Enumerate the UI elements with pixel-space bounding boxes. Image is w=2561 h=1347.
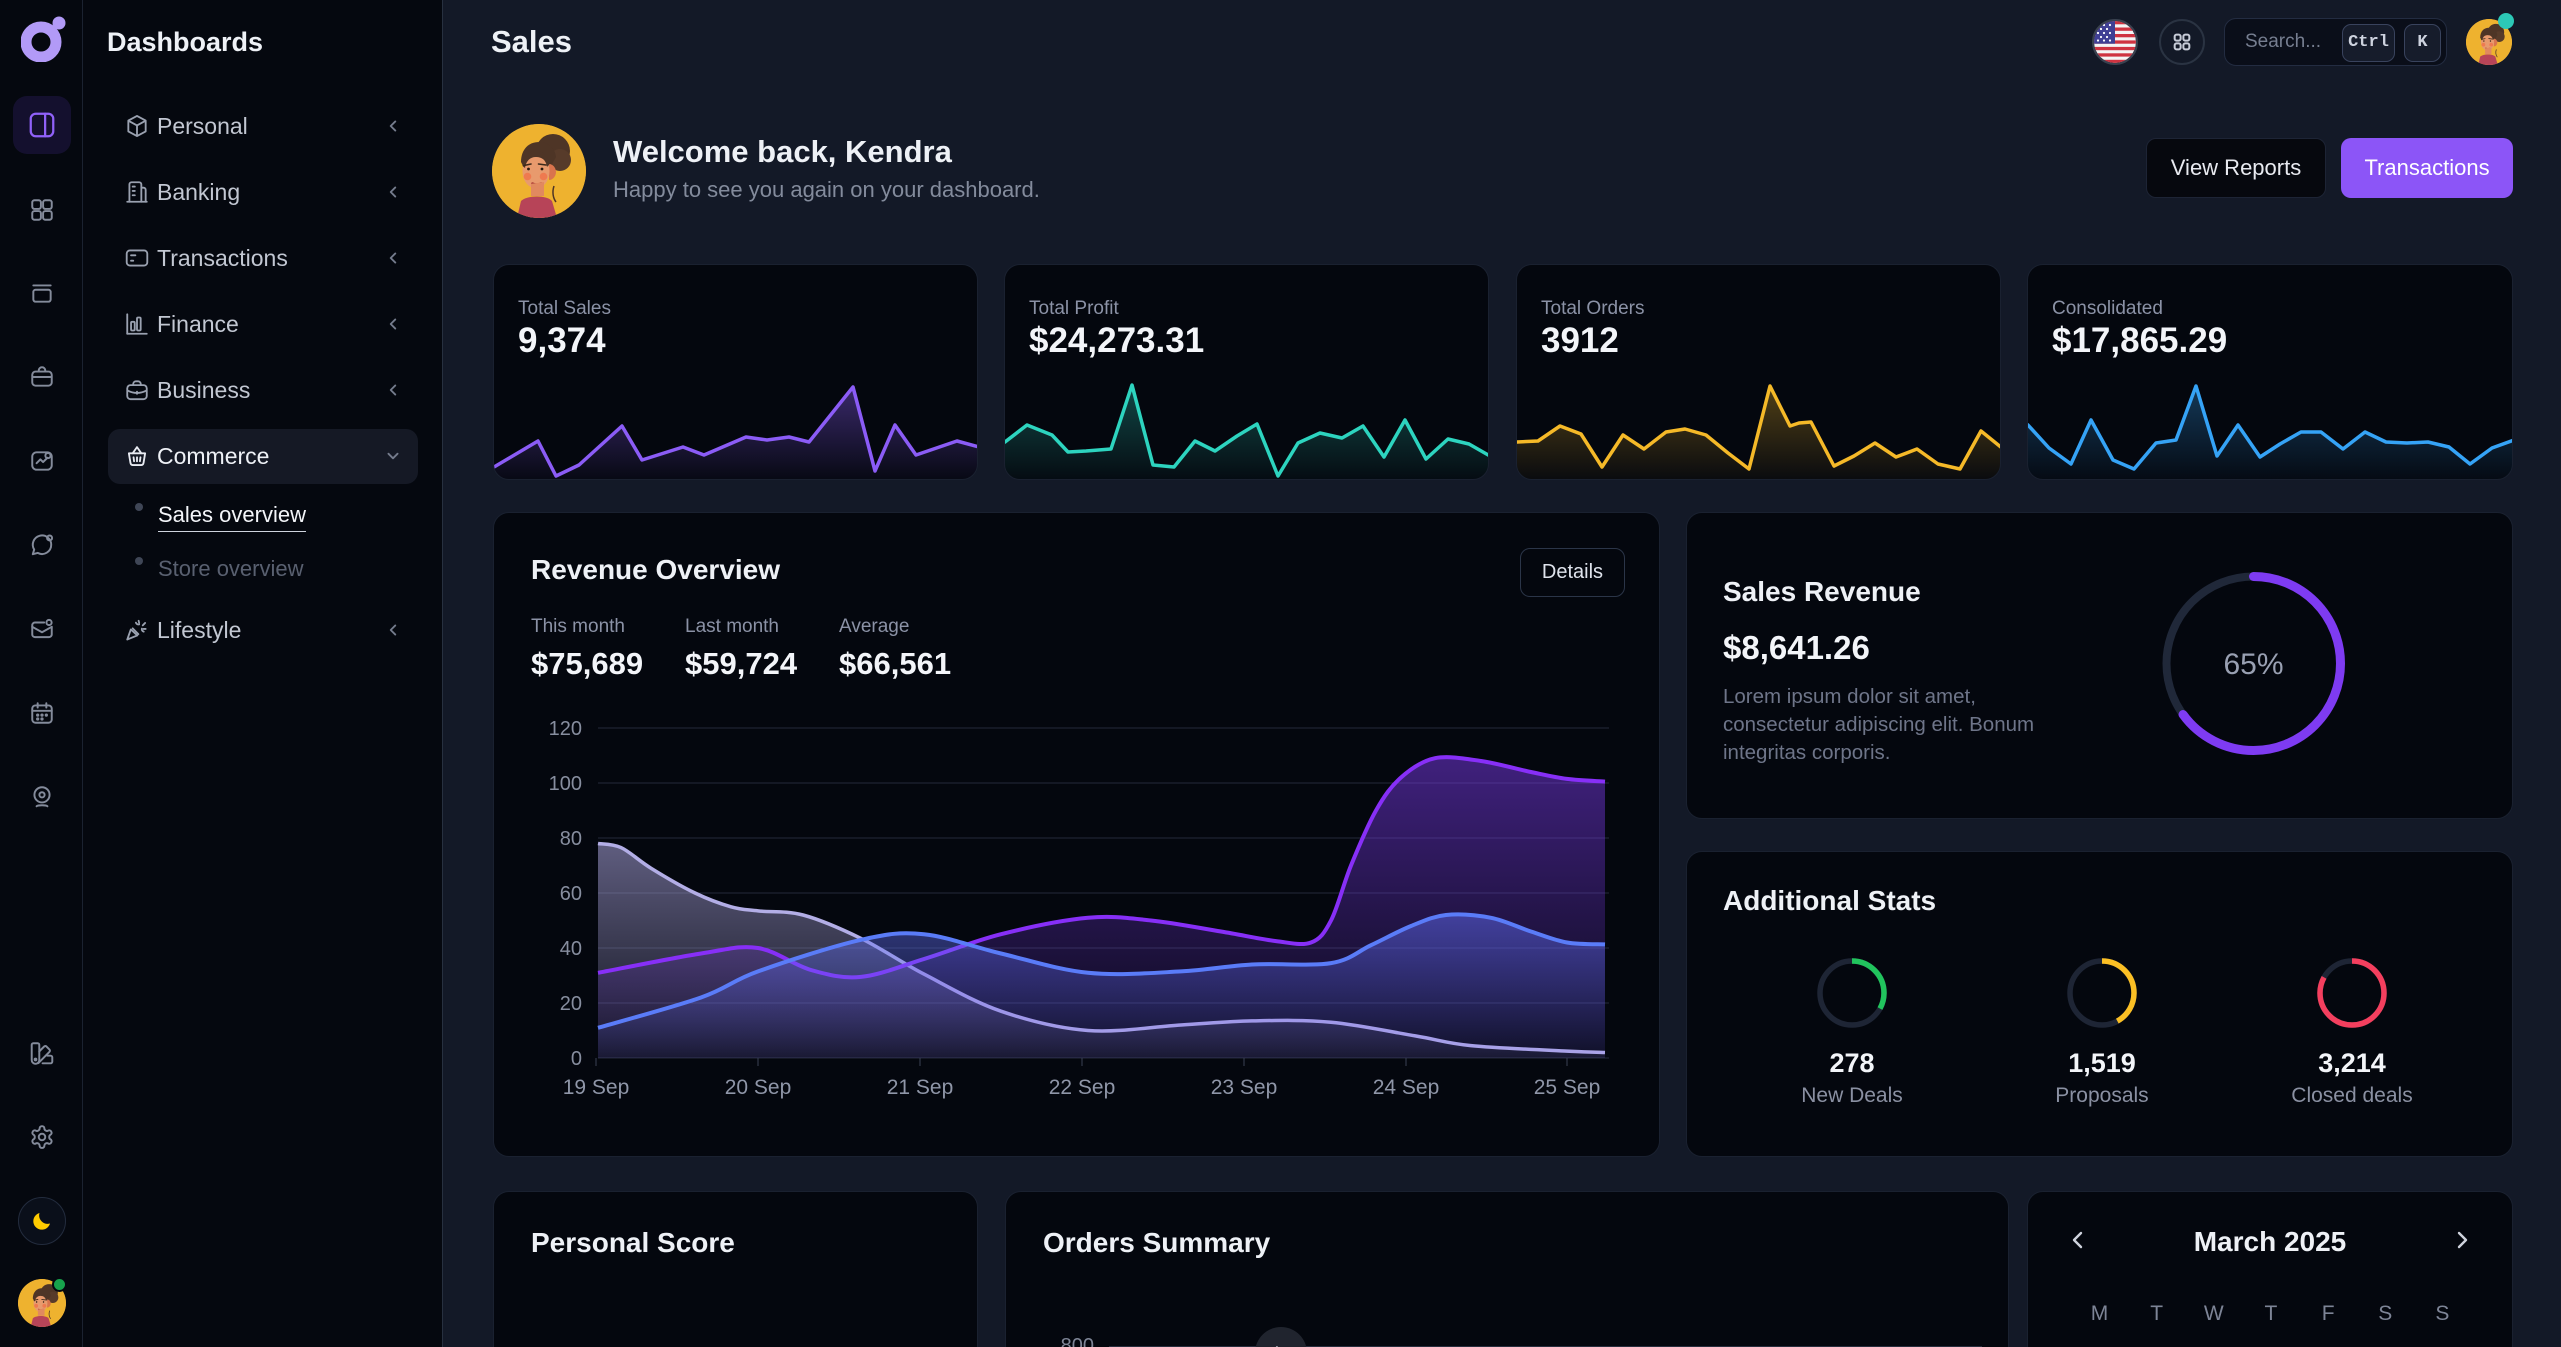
svg-text:19 Sep: 19 Sep <box>563 1076 630 1099</box>
svg-text:65%: 65% <box>2223 648 2283 681</box>
svg-text:0: 0 <box>571 1048 582 1070</box>
svg-text:40: 40 <box>560 938 582 960</box>
svg-text:20 Sep: 20 Sep <box>725 1076 792 1099</box>
svg-text:100: 100 <box>549 773 582 795</box>
svg-text:60: 60 <box>560 883 582 905</box>
svg-text:120: 120 <box>549 718 582 740</box>
svg-text:21 Sep: 21 Sep <box>887 1076 954 1099</box>
svg-text:22 Sep: 22 Sep <box>1049 1076 1116 1099</box>
svg-text:23 Sep: 23 Sep <box>1211 1076 1278 1099</box>
svg-text:24 Sep: 24 Sep <box>1373 1076 1440 1099</box>
svg-text:25 Sep: 25 Sep <box>1534 1076 1601 1099</box>
svg-text:80: 80 <box>560 828 582 850</box>
svg-text:20: 20 <box>560 993 582 1015</box>
